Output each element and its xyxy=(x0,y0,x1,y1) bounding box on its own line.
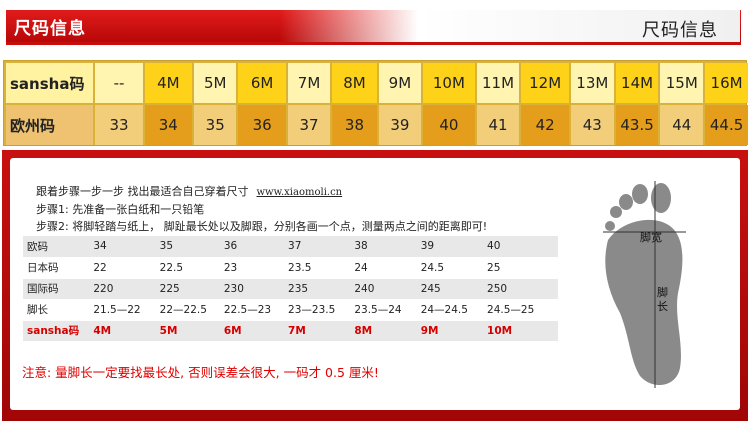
reference-cell: 38 xyxy=(350,236,417,258)
reference-row: 欧码 34 35 36 37 38 39 40 xyxy=(23,236,558,258)
reference-cell: 245 xyxy=(416,278,484,300)
euro-size-cell: 33 xyxy=(95,105,143,145)
sansha-size-row: sansha码 -- 4M 5M 6M 7M 8M 9M 10M 11M 12M 13M 14M 15M… xyxy=(6,63,748,103)
reference-cell: 22—22.5 xyxy=(155,299,220,321)
reference-cell: 39 xyxy=(416,236,484,258)
guide-intro-line: 跟着步骤一步一步 找出最适合自己穿着尺寸 www.xiaomoli.cn xyxy=(36,183,342,199)
euro-row-label: 欧州码 xyxy=(6,105,94,145)
reference-cell: 22.5—23 xyxy=(219,299,285,321)
reference-row-label: 欧码 xyxy=(23,236,90,258)
bottom-bar xyxy=(6,411,744,419)
reference-cell: 8M xyxy=(350,320,417,342)
euro-size-cell: 38 xyxy=(332,105,377,145)
reference-cell: 230 xyxy=(219,278,285,300)
euro-size-cell: 44 xyxy=(660,105,704,145)
reference-cell: 23.5 xyxy=(284,257,351,279)
reference-cell: 36 xyxy=(219,236,285,258)
sansha-size-cell: 14M xyxy=(615,63,659,103)
reference-cell: 220 xyxy=(89,278,156,300)
sansha-size-cell: 11M xyxy=(476,63,520,103)
euro-size-cell: 44.5 xyxy=(705,105,748,145)
reference-cell: 40 xyxy=(483,236,558,258)
reference-cell: 34 xyxy=(89,236,156,258)
reference-cell: 37 xyxy=(284,236,351,258)
reference-row-label: sansha码 xyxy=(23,320,90,342)
euro-size-cell: 39 xyxy=(378,105,422,145)
reference-row: 日本码 22 22.5 23 23.5 24 24.5 25 xyxy=(23,257,558,279)
sansha-size-cell: 6M xyxy=(238,63,286,103)
sansha-size-cell: 13M xyxy=(570,63,614,103)
site-url: www.xiaomoli.cn xyxy=(256,187,343,198)
sansha-size-cell: 12M xyxy=(521,63,569,103)
sansha-size-cell: -- xyxy=(95,63,143,103)
header-right-title: 尺码信息 xyxy=(642,20,718,41)
size-table: sansha码 -- 4M 5M 6M 7M 8M 9M 10M 11M 12M 13M 14M 15M… xyxy=(4,61,750,147)
length-label-1: 脚 xyxy=(657,285,668,299)
reference-cell: 250 xyxy=(483,278,558,300)
guide-intro: 跟着步骤一步一步 找出最适合自己穿着尺寸 xyxy=(36,185,249,198)
reference-cell: 22.5 xyxy=(155,257,220,279)
reference-cell: 25 xyxy=(483,257,558,279)
reference-table: 欧码 34 35 36 37 38 39 40 日本码 22 22.5 23 23.5 24 24.5 25 国… xyxy=(23,236,558,342)
reference-cell: 23 xyxy=(219,257,285,279)
header-underline xyxy=(6,42,741,45)
reference-row: sansha码 4M 5M 6M 7M 8M 9M 10M xyxy=(23,320,558,342)
reference-row: 脚长 21.5—22 22—22.5 22.5—23 23—23.5 23.5—24 24—… xyxy=(23,299,558,321)
header-tab-title: 尺码信息 xyxy=(14,19,86,39)
length-label-2: 长 xyxy=(657,300,668,313)
reference-cell: 7M xyxy=(284,320,351,342)
sansha-size-cell: 7M xyxy=(287,63,331,103)
reference-cell: 5M xyxy=(155,320,220,342)
reference-row-label: 日本码 xyxy=(23,257,90,279)
reference-cell: 6M xyxy=(219,320,285,342)
reference-cell: 9M xyxy=(416,320,484,342)
euro-size-cell: 37 xyxy=(287,105,331,145)
sansha-size-cell: 5M xyxy=(193,63,237,103)
reference-cell: 24.5—25 xyxy=(483,299,558,321)
reference-row-label: 国际码 xyxy=(23,278,90,300)
reference-cell: 22 xyxy=(89,257,156,279)
sansha-size-cell: 9M xyxy=(378,63,422,103)
euro-size-cell: 41 xyxy=(476,105,520,145)
euro-size-cell: 34 xyxy=(144,105,192,145)
reference-row-label: 脚长 xyxy=(23,299,90,321)
reference-cell: 24.5 xyxy=(416,257,484,279)
sansha-row-label: sansha码 xyxy=(6,63,94,103)
sansha-size-cell: 16M xyxy=(705,63,748,103)
header-bar: 尺码信息 尺码信息 xyxy=(0,0,750,56)
euro-size-row: 欧州码 33 34 35 36 37 38 39 40 41 42 43 43.5 44 44.5 xyxy=(6,105,748,145)
sansha-size-cell: 10M xyxy=(423,63,475,103)
euro-size-cell: 43.5 xyxy=(615,105,659,145)
euro-size-cell: 43 xyxy=(570,105,614,145)
reference-cell: 23.5—24 xyxy=(350,299,417,321)
reference-cell: 24 xyxy=(350,257,417,279)
reference-cell: 21.5—22 xyxy=(89,299,156,321)
width-label: 脚宽 xyxy=(640,230,662,244)
sansha-size-cell: 8M xyxy=(332,63,377,103)
euro-size-cell: 42 xyxy=(521,105,569,145)
foot-diagram: 脚宽 脚 长 xyxy=(603,181,686,388)
reference-cell: 35 xyxy=(155,236,220,258)
guide-step2: 步骤2: 将脚轻踏与纸上， 脚趾最长处以及脚跟，分别各画一个点，测量两点之间的距… xyxy=(36,220,488,233)
sansha-size-cell: 15M xyxy=(660,63,704,103)
sansha-size-cell: 4M xyxy=(144,63,192,103)
reference-cell: 225 xyxy=(155,278,220,300)
euro-size-cell: 35 xyxy=(193,105,237,145)
reference-cell: 235 xyxy=(284,278,351,300)
reference-cell: 23—23.5 xyxy=(284,299,351,321)
euro-size-cell: 36 xyxy=(238,105,286,145)
reference-cell: 240 xyxy=(350,278,417,300)
reference-cell: 24—24.5 xyxy=(416,299,484,321)
guide-step1: 步骤1: 先准备一张白纸和一只铅笔 xyxy=(36,203,205,216)
reference-row: 国际码 220 225 230 235 240 245 250 xyxy=(23,278,558,300)
reference-cell: 10M xyxy=(483,320,558,342)
foot-silhouette-icon xyxy=(605,183,683,386)
measure-note: 注意: 量脚长一定要找最长处, 否则误差会很大, 一码才 0.5 厘米! xyxy=(22,365,379,380)
euro-size-cell: 40 xyxy=(423,105,475,145)
reference-cell: 4M xyxy=(89,320,156,342)
